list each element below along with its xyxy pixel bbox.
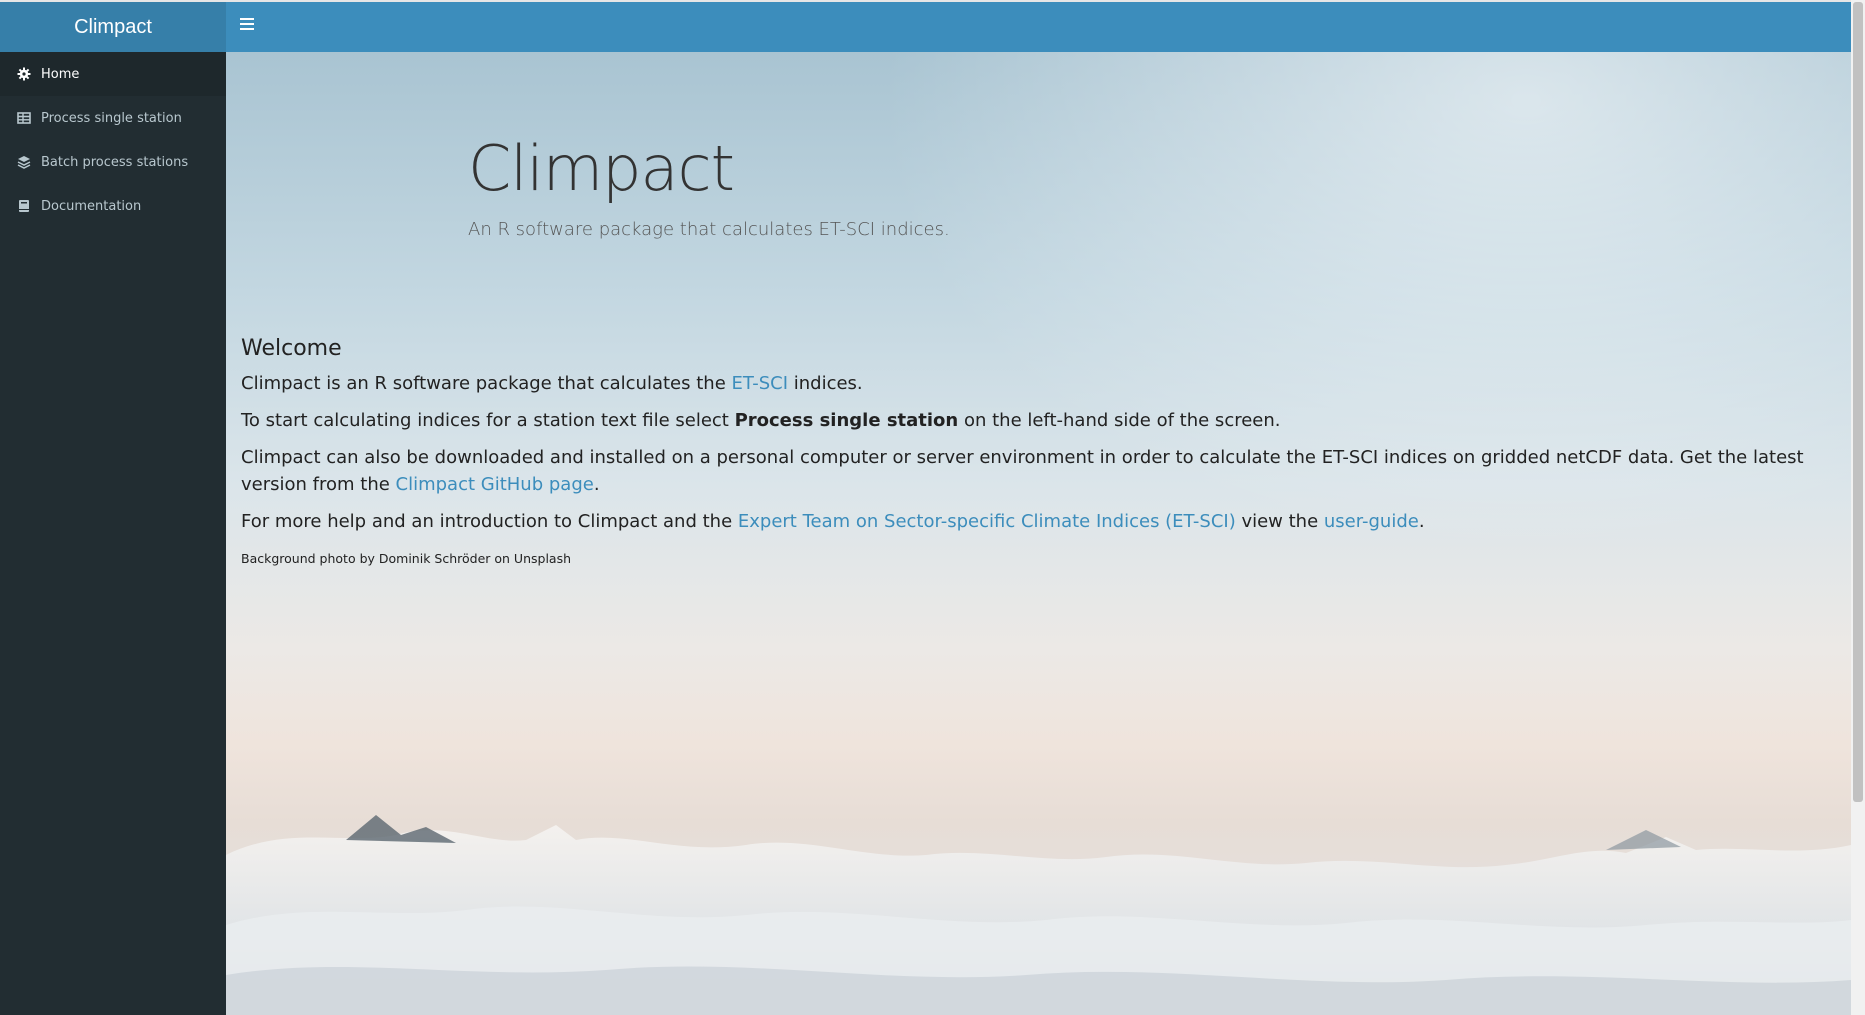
hamburger-icon[interactable] [240, 18, 254, 32]
expert-team-link[interactable]: Expert Team on Sector-specific Climate I… [738, 511, 1236, 532]
welcome-section: Welcome Climpact is an R software packag… [241, 335, 1841, 572]
sidebar-item-label: Home [41, 66, 80, 82]
sidebar-item-label: Batch process stations [41, 154, 189, 170]
instructions-paragraph: To start calculating indices for a stati… [241, 407, 1841, 434]
sidebar-item-label: Process single station [41, 110, 182, 126]
welcome-heading: Welcome [241, 336, 342, 361]
sidebar-item-label: Documentation [41, 198, 142, 214]
help-text-mid: view the [1235, 511, 1324, 532]
instructions-text-end: on the left-hand side of the screen. [958, 410, 1281, 431]
intro-paragraph: Climpact is an R software package that c… [241, 370, 1841, 397]
sidebar-item-home[interactable]: Home [0, 52, 226, 96]
help-text: For more help and an introduction to Cli… [241, 511, 738, 532]
jumbotron: Climpact An R software package that calc… [468, 132, 950, 240]
main-content: Climpact An R software package that calc… [226, 52, 1851, 1015]
top-header: Climpact [0, 0, 1851, 52]
scrollbar-thumb[interactable] [1853, 2, 1863, 802]
brand-logo[interactable]: Climpact [0, 2, 226, 52]
sidebar: Home Process single station Batch proces… [0, 52, 226, 1015]
download-paragraph: Climpact can also be downloaded and inst… [241, 444, 1841, 498]
intro-text: Climpact is an R software package that c… [241, 373, 732, 394]
help-paragraph: For more help and an introduction to Cli… [241, 508, 1841, 535]
page-subtitle: An R software package that calculates ET… [468, 219, 950, 240]
help-text-end: . [1418, 511, 1425, 532]
gear-icon [17, 67, 31, 81]
intro-text-end: indices. [788, 373, 863, 394]
page-title: Climpact [468, 132, 735, 205]
scrollbar[interactable] [1851, 0, 1865, 1015]
sidebar-item-documentation[interactable]: Documentation [0, 184, 226, 228]
user-guide-link[interactable]: user-guide [1324, 511, 1419, 532]
github-link[interactable]: Climpact GitHub page [396, 474, 594, 495]
sidebar-item-batch-process-stations[interactable]: Batch process stations [0, 140, 226, 184]
layers-icon [17, 156, 31, 169]
book-icon [19, 200, 29, 212]
table-icon [17, 112, 31, 124]
instructions-bold: Process single station [734, 410, 959, 431]
download-text-end: . [593, 474, 600, 495]
photo-credit: Background photo by Dominik Schröder on … [241, 551, 572, 566]
cloud-background-image [226, 815, 1851, 1015]
instructions-text: To start calculating indices for a stati… [241, 410, 735, 431]
sidebar-item-process-single-station[interactable]: Process single station [0, 96, 226, 140]
et-sci-link[interactable]: ET-SCI [732, 373, 789, 394]
